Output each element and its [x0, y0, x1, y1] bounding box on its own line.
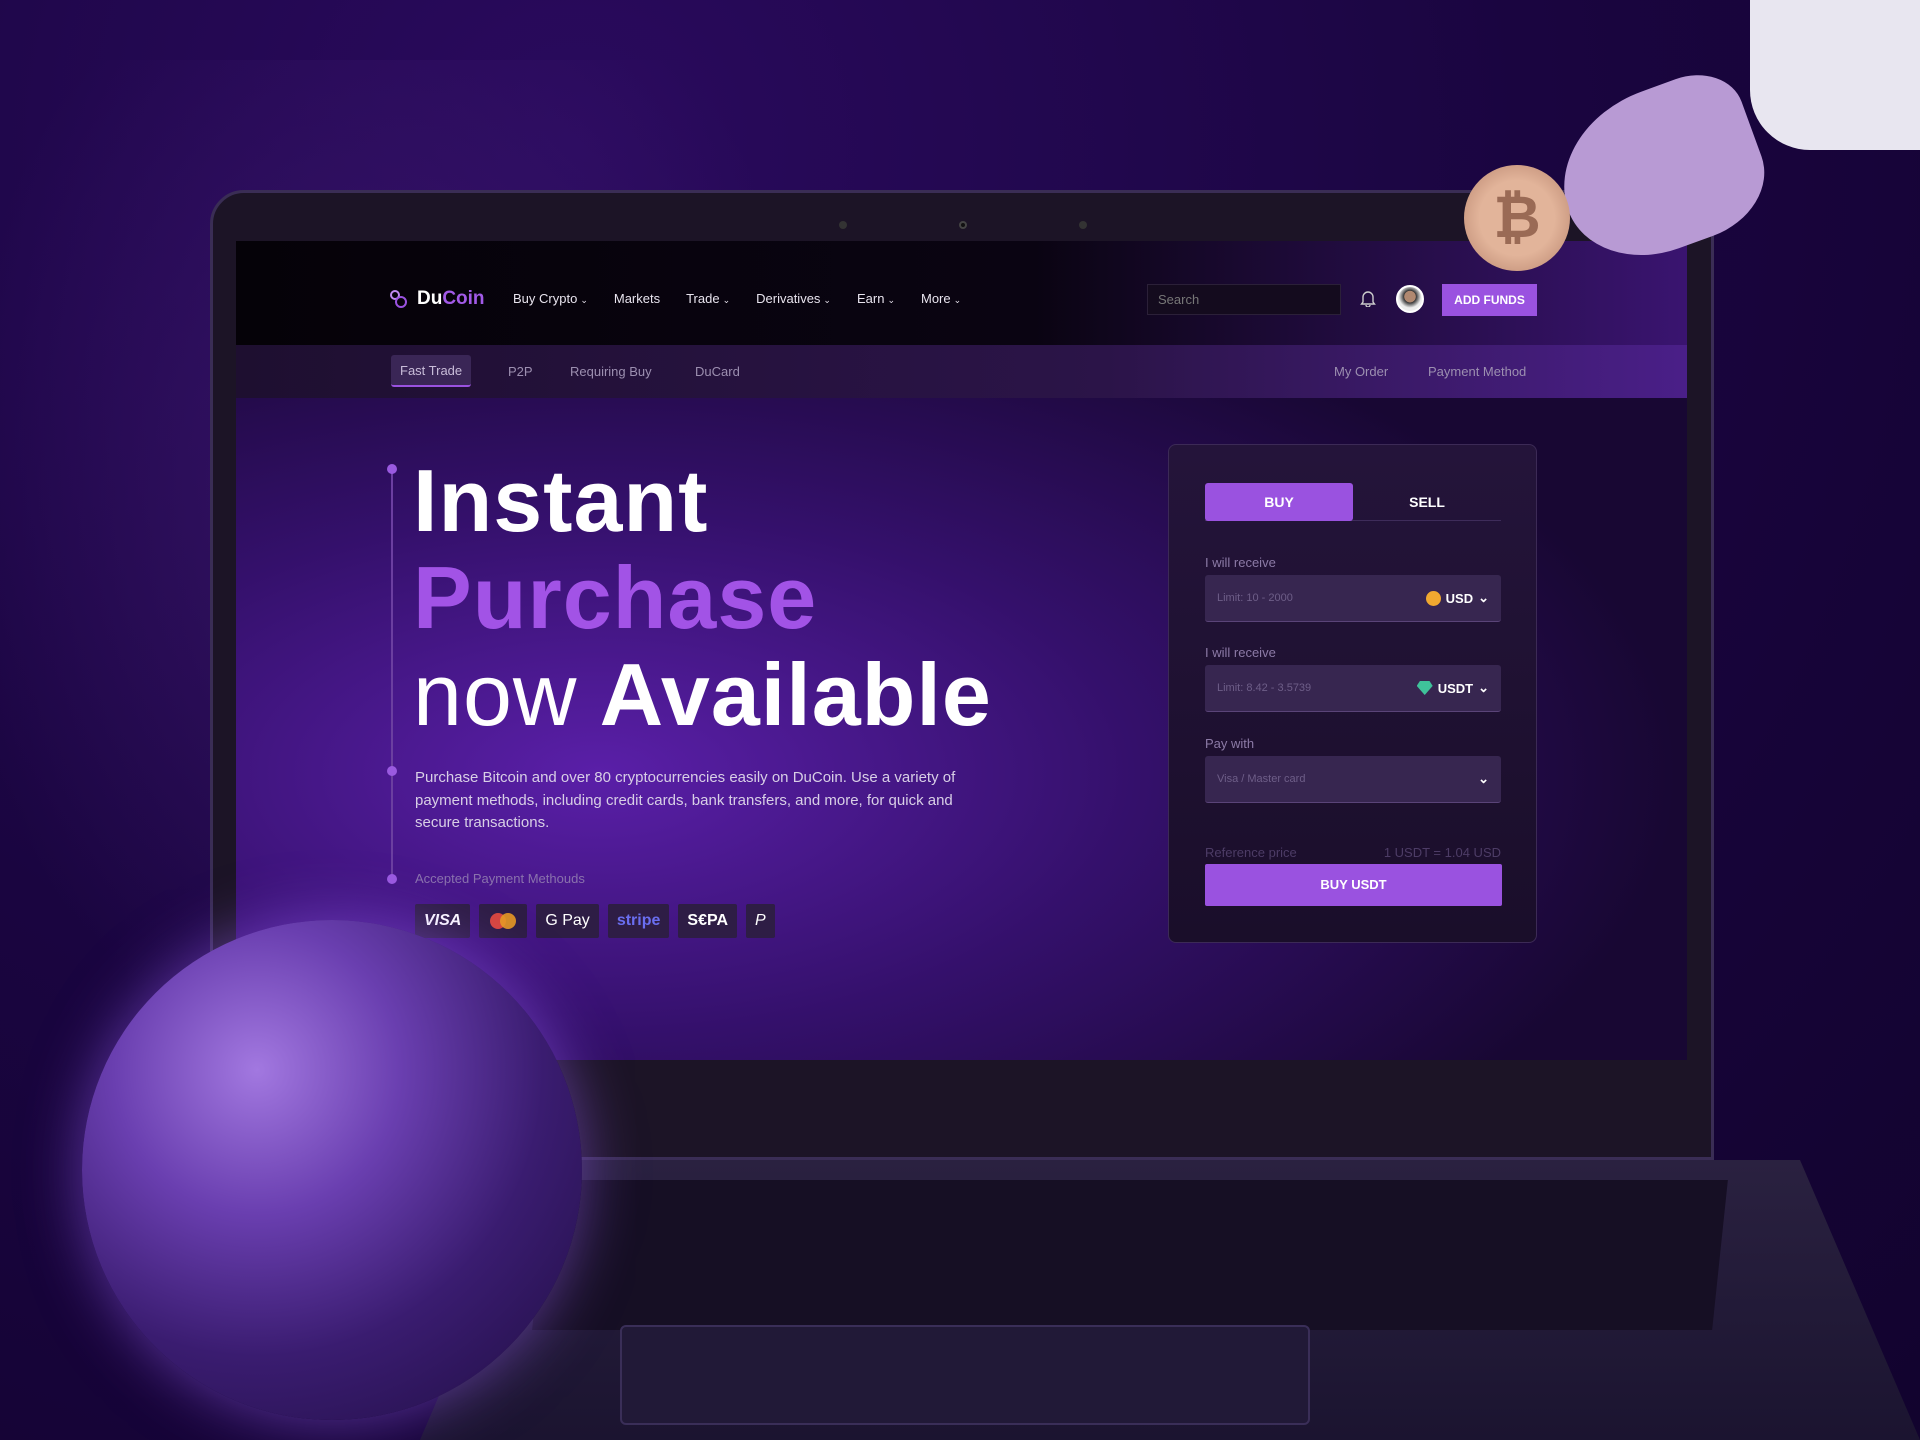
link-my-order[interactable]: My Order [1334, 345, 1388, 398]
receive-usdt-input[interactable]: Limit: 8.42 - 3.5739 USDT ⌄ [1205, 665, 1501, 712]
bitcoin-coin-icon: ₿ [1464, 165, 1570, 271]
laptop-keyboard [532, 1180, 1728, 1330]
tether-icon [1416, 681, 1433, 695]
tab-ducard[interactable]: DuCard [695, 345, 740, 398]
top-nav: DuCoin Buy Crypto ⌄ Markets Trade ⌄ Deriva… [236, 241, 1687, 345]
sepa-logo: S€PA [678, 904, 737, 938]
hero-description: Purchase Bitcoin and over 80 cryptocurre… [415, 769, 956, 831]
sensor [1079, 221, 1087, 229]
field-label: I will receive [1205, 645, 1276, 660]
logo-icon [390, 290, 407, 308]
nav-earn[interactable]: Earn ⌄ [857, 291, 895, 306]
globe-decoration [82, 920, 582, 1420]
laptop-touchpad [620, 1325, 1310, 1425]
chevron-down-icon: ⌄ [1478, 680, 1489, 695]
chevron-down-icon: ⌄ [823, 295, 831, 305]
nav-markets[interactable]: Markets [614, 291, 660, 306]
payment-methods: VISA G Pay stripe S€PA P [415, 904, 775, 938]
hero-title-line2: Purchase [413, 548, 818, 647]
nav-more[interactable]: More ⌄ [921, 291, 961, 306]
add-funds-button[interactable]: ADD FUNDS [1442, 284, 1537, 316]
avatar[interactable] [1396, 285, 1424, 313]
pay-with-select[interactable]: Visa / Master card ⌄ [1205, 756, 1501, 803]
trade-card: BUY SELL I will receive Limit: 10 - 2000… [1168, 444, 1537, 943]
visa-logo: VISA [415, 904, 471, 938]
timeline-dot [387, 874, 397, 884]
tab-buy[interactable]: BUY [1205, 483, 1353, 521]
usd-coin-icon [1425, 590, 1441, 606]
timeline-dot [387, 464, 397, 474]
timeline-dot [387, 766, 397, 776]
logo-text-accent: Coin [442, 288, 485, 309]
chevron-down-icon: ⌄ [580, 295, 588, 305]
chevron-down-icon: ⌄ [953, 295, 962, 305]
tab-fast-trade[interactable]: Fast Trade [391, 355, 472, 387]
sleeve-decoration [1750, 0, 1920, 150]
tab-p2p[interactable]: P2P [508, 345, 533, 398]
buy-sell-tabs: BUY SELL [1205, 483, 1501, 521]
hero-title-line3: now Available [413, 645, 992, 744]
field-label: I will receive [1205, 555, 1276, 570]
chevron-down-icon: ⌄ [1478, 771, 1489, 786]
sensor [839, 221, 847, 229]
sub-nav: Fast Trade P2P Requiring Buy DuCard My O… [236, 345, 1687, 398]
mastercard-logo [479, 904, 528, 938]
logo[interactable]: DuCoin [389, 288, 485, 310]
bell-icon[interactable] [1360, 289, 1378, 309]
chevron-down-icon: ⌄ [722, 295, 731, 305]
tab-sell[interactable]: SELL [1353, 483, 1501, 521]
field-label: Pay with [1205, 736, 1255, 751]
nav-derivatives[interactable]: Derivatives ⌄ [756, 291, 831, 306]
chevron-down-icon: ⌄ [887, 295, 895, 305]
paypal-icon: P [746, 904, 775, 938]
laptop-screen: DuCoin Buy Crypto ⌄ Markets Trade ⌄ Deriva… [236, 241, 1687, 1060]
currency-select[interactable]: USD ⌄ [1425, 590, 1489, 606]
webcam [959, 221, 967, 229]
receive-usd-input[interactable]: Limit: 10 - 2000 USD ⌄ [1205, 575, 1501, 622]
timeline-line [391, 469, 393, 879]
accepted-payments-label: Accepted Payment Methouds [415, 871, 585, 886]
buy-usdt-button[interactable]: BUY USDT [1205, 864, 1502, 906]
hero-title-line1: Instant [413, 451, 709, 550]
nav-trade[interactable]: Trade ⌄ [686, 291, 730, 306]
stripe-logo: stripe [607, 904, 670, 938]
link-payment-method[interactable]: Payment Method [1428, 345, 1526, 398]
nav-buy-crypto[interactable]: Buy Crypto ⌄ [513, 291, 588, 306]
logo-text: Du [417, 288, 443, 309]
gpay-logo: G Pay [536, 904, 599, 938]
chevron-down-icon: ⌄ [1478, 590, 1489, 605]
tab-requiring-buy[interactable]: Requiring Buy [570, 345, 652, 398]
reference-price: Reference price 1 USDT = 1.04 USD [1205, 845, 1501, 860]
main-nav: Buy Crypto ⌄ Markets Trade ⌄ Derivatives ⌄ … [513, 291, 961, 306]
search-input[interactable]: Search [1147, 284, 1341, 315]
currency-select[interactable]: USDT ⌄ [1416, 680, 1489, 696]
